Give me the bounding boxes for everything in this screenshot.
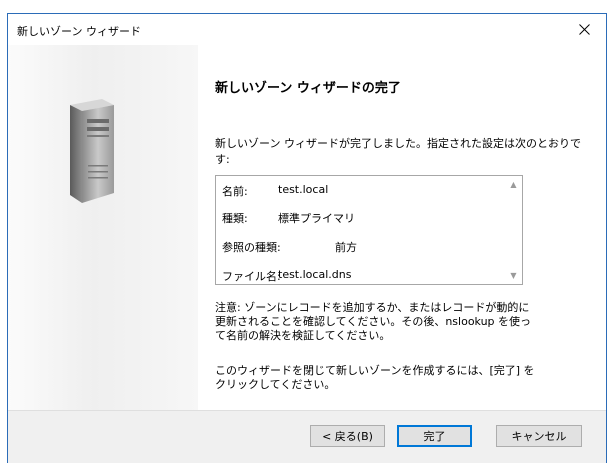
closing-text: このウィザードを閉じて新しいゾーンを作成するには、[完了] をクリックしてくださ… [215, 364, 535, 391]
intro-text: 新しいゾーン ウィザードが完了しました。指定された設定は次のとおりです: [215, 137, 581, 166]
summary-key: 参照の種類: [222, 241, 281, 254]
scroll-up-icon[interactable]: ▲ [505, 176, 522, 193]
server-icon [70, 99, 114, 203]
back-button[interactable]: < 戻る(B) [310, 425, 385, 447]
summary-value: 前方 [335, 241, 357, 254]
note-text: 注意: ゾーンにレコードを追加するか、またはレコードが動的に更新されることを確認… [215, 301, 532, 342]
page-title: 新しいゾーン ウィザードの完了 [215, 81, 401, 96]
wizard-content: 新しいゾーン ウィザードの完了 新しいゾーン ウィザードが完了しました。指定され… [198, 45, 606, 410]
finish-button[interactable]: 完了 [397, 425, 472, 447]
close-button[interactable] [562, 14, 606, 45]
summary-key: ファイル名: [222, 270, 281, 283]
window-title: 新しいゾーン ウィザード [17, 25, 141, 38]
summary-key: 種類: [222, 212, 248, 225]
summary-value: test.local [278, 183, 329, 196]
summary-value: 標準プライマリ [278, 212, 355, 225]
title-bar: 新しいゾーン ウィザード [8, 14, 606, 45]
button-bar: < 戻る(B) 完了 キャンセル [8, 410, 606, 463]
scroll-down-icon[interactable]: ▼ [505, 267, 522, 284]
cancel-button[interactable]: キャンセル [496, 425, 582, 447]
wizard-sidebar [8, 45, 198, 410]
summary-key: 名前: [222, 185, 248, 198]
wizard-window: 新しいゾーン ウィザード 新しいゾーン ウィザードの完了 新しいゾーン ウィザー… [7, 13, 607, 463]
summary-scrollbar[interactable]: ▲ ▼ [505, 176, 522, 284]
settings-summary-box[interactable]: 名前: test.local 種類: 標準プライマリ 参照の種類: 前方 ファイ… [215, 175, 523, 285]
summary-value: test.local.dns [278, 268, 352, 281]
close-icon [578, 24, 590, 35]
